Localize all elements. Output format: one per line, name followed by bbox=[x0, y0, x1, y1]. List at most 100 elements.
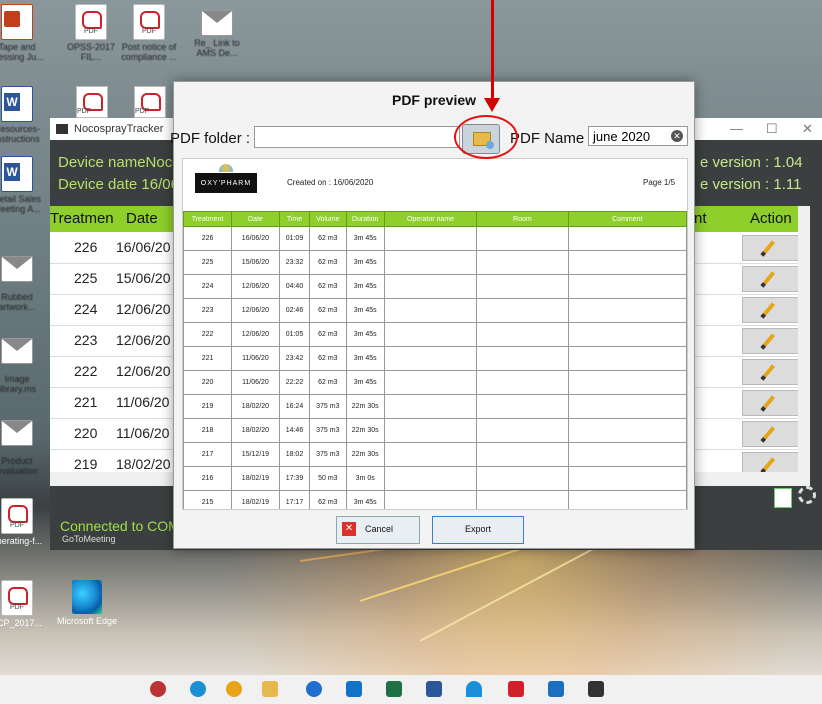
preview-cell bbox=[476, 418, 569, 443]
edit-button[interactable] bbox=[742, 235, 804, 261]
pdf-icon bbox=[1, 498, 33, 534]
acrobat-icon[interactable] bbox=[508, 681, 524, 697]
desktop-icon[interactable]: Tape and dressing Ju... bbox=[0, 4, 48, 62]
word-taskbar-icon[interactable] bbox=[426, 681, 442, 697]
preview-cell: 11/06/20 bbox=[231, 346, 280, 371]
word-icon bbox=[1, 156, 33, 192]
preview-cell: 15/12/19 bbox=[231, 442, 280, 467]
preview-cell: 62 m3 bbox=[309, 226, 347, 251]
preview-cell bbox=[567, 490, 687, 509]
col-treatment[interactable]: Treatmen bbox=[50, 210, 114, 227]
desktop-icon[interactable]: _CP_2017... bbox=[0, 580, 48, 628]
desktop-icon[interactable]: Product evaluation bbox=[0, 414, 48, 476]
export-button[interactable]: Export bbox=[432, 516, 524, 544]
desktop-icon-label: Tape and dressing Ju... bbox=[0, 42, 44, 62]
preview-cell: 218 bbox=[183, 418, 233, 443]
desktop-icon[interactable]: Post notice of compliance ... bbox=[118, 4, 180, 62]
minimize-icon[interactable]: — bbox=[730, 121, 743, 136]
desktop-icon[interactable]: Resources-instructions bbox=[0, 86, 48, 144]
preview-cell bbox=[476, 298, 569, 323]
edge-taskbar-icon[interactable] bbox=[190, 681, 206, 697]
cancel-label: Cancel bbox=[365, 524, 394, 534]
preview-cell bbox=[383, 490, 478, 509]
wifi-icon[interactable] bbox=[466, 681, 482, 697]
teamviewer-icon[interactable] bbox=[306, 681, 322, 697]
pdf-folder-input[interactable] bbox=[254, 126, 460, 148]
preview-cell bbox=[567, 394, 687, 419]
maximize-icon[interactable]: ☐ bbox=[766, 121, 778, 137]
preview-cell: 18/02/20 bbox=[231, 394, 280, 419]
hardware-version: e version : 1.11 bbox=[700, 176, 802, 193]
row-date: 16/06/20 bbox=[116, 239, 171, 255]
desktop-icon[interactable]: Re_ Link to AMS De... bbox=[186, 4, 248, 58]
edit-button[interactable] bbox=[742, 390, 804, 416]
desktop-icon[interactable]: Retail Sales Meeting A... bbox=[0, 156, 48, 214]
pencil-icon bbox=[762, 302, 776, 316]
chrome-icon[interactable] bbox=[226, 681, 242, 697]
desktop-icon[interactable]: OPSS-2017 FIL... bbox=[60, 4, 122, 62]
preview-cell: 62 m3 bbox=[309, 298, 347, 323]
excel-icon[interactable] bbox=[386, 681, 402, 697]
desktop-icon[interactable]: Microsoft Edge bbox=[56, 580, 118, 626]
page-number: Page 1/5 bbox=[643, 178, 676, 187]
col-date[interactable]: Date bbox=[126, 210, 158, 227]
preview-cell bbox=[383, 226, 478, 251]
grid-vertical-scrollbar[interactable] bbox=[798, 206, 810, 476]
preview-row: 224 12/06/20 04:40 62 m3 3m 45s bbox=[183, 274, 687, 299]
close-icon[interactable]: ✕ bbox=[802, 121, 813, 137]
preview-cell: 22m 30s bbox=[345, 418, 385, 443]
file-explorer-icon[interactable] bbox=[262, 681, 278, 697]
preview-table: Treatment Date Time Volume Duration Operator … bbox=[183, 211, 687, 509]
preview-cell bbox=[476, 394, 569, 419]
preview-col-header: Operator name bbox=[383, 211, 478, 227]
desktop-icon[interactable]: operating-f... bbox=[0, 498, 48, 546]
col-action[interactable]: Action bbox=[750, 210, 792, 227]
photos-icon[interactable] bbox=[548, 681, 564, 697]
pencil-icon bbox=[762, 240, 776, 254]
outlook-icon[interactable] bbox=[346, 681, 362, 697]
pdf-icon[interactable] bbox=[76, 86, 108, 118]
edit-button[interactable] bbox=[742, 328, 804, 354]
edit-button[interactable] bbox=[742, 359, 804, 385]
preview-row: 223 12/06/20 02:46 62 m3 3m 45s bbox=[183, 298, 687, 323]
preview-cell: 18/02/19 bbox=[231, 466, 280, 491]
preview-cell bbox=[476, 226, 569, 251]
pdf-icon bbox=[75, 4, 107, 40]
export-pdf-icon[interactable] bbox=[774, 488, 792, 508]
preview-cell: 11/06/20 bbox=[231, 370, 280, 395]
preview-cell: 15/06/20 bbox=[231, 250, 280, 275]
preview-cell: 221 bbox=[183, 346, 233, 371]
edit-button[interactable] bbox=[742, 266, 804, 292]
desktop-icon[interactable]: Image library.ms bbox=[0, 332, 48, 394]
mail-icon bbox=[1, 256, 33, 282]
preview-cell: 219 bbox=[183, 394, 233, 419]
preview-cell bbox=[567, 226, 687, 251]
edit-button[interactable] bbox=[742, 297, 804, 323]
clear-name-icon[interactable]: ✕ bbox=[671, 130, 683, 142]
nocospray-taskbar-icon[interactable] bbox=[588, 681, 604, 697]
col-comment[interactable]: nt bbox=[694, 210, 707, 227]
preview-cell: 01:09 bbox=[278, 226, 311, 251]
row-date: 12/06/20 bbox=[116, 301, 171, 317]
preview-row: 215 18/02/19 17:17 62 m3 3m 45s bbox=[183, 490, 687, 509]
edit-button[interactable] bbox=[742, 421, 804, 447]
preview-cell bbox=[383, 442, 478, 467]
preview-cell: 17:17 bbox=[278, 490, 311, 509]
settings-gear-icon[interactable] bbox=[798, 486, 816, 504]
preview-cell: 17:39 bbox=[278, 466, 311, 491]
created-on-text: Created on : 16/06/2020 bbox=[287, 178, 374, 187]
preview-cell bbox=[567, 322, 687, 347]
pdf-preview-dialog[interactable]: PDF preview PDF folder : PDF Name : june… bbox=[170, 81, 695, 549]
cancel-x-icon: ✕ bbox=[342, 522, 356, 536]
preview-cell: 62 m3 bbox=[309, 322, 347, 347]
desktop-icon[interactable]: Rubbed artwork... bbox=[0, 250, 48, 312]
pdf-page-preview[interactable]: OXY'PHARM Created on : 16/06/2020 Page 1… bbox=[182, 158, 688, 510]
pencil-icon bbox=[762, 395, 776, 409]
cortana-icon[interactable] bbox=[150, 681, 166, 697]
pdf-icon[interactable] bbox=[134, 86, 166, 118]
preview-cell: 02:46 bbox=[278, 298, 311, 323]
preview-cell bbox=[476, 322, 569, 347]
cancel-button[interactable]: ✕ Cancel bbox=[336, 516, 420, 544]
preview-cell: 226 bbox=[183, 226, 233, 251]
preview-cell bbox=[567, 418, 687, 443]
